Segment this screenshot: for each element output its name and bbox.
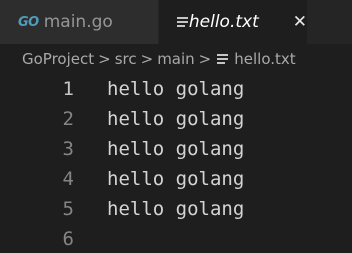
editor-line[interactable]: 1 hello golang bbox=[0, 74, 352, 104]
line-number: 6 bbox=[62, 228, 74, 250]
breadcrumb-item-goproject[interactable]: GoProject bbox=[22, 50, 94, 68]
line-number: 2 bbox=[62, 108, 74, 130]
chevron-right-icon: > bbox=[98, 50, 111, 68]
editor-line[interactable]: 4 hello golang bbox=[0, 164, 352, 194]
breadcrumb-item-src[interactable]: src bbox=[115, 50, 137, 68]
line-text[interactable]: hello golang bbox=[107, 164, 244, 194]
line-text[interactable]: hello golang bbox=[107, 134, 244, 164]
editor-line[interactable]: 2 hello golang bbox=[0, 104, 352, 134]
breadcrumb: GoProject > src > main > hello.txt bbox=[0, 44, 352, 74]
line-number: 3 bbox=[62, 138, 74, 160]
editor-window: GO main.go hello.txt ✕ GoProject > src >… bbox=[0, 0, 352, 253]
text-file-icon bbox=[177, 16, 188, 28]
code-editor[interactable]: 1 hello golang 2 hello golang 3 hello go… bbox=[0, 74, 352, 253]
editor-line[interactable]: 6 bbox=[0, 224, 352, 253]
chevron-right-icon: > bbox=[198, 50, 212, 68]
breadcrumb-item-hello-txt[interactable]: hello.txt bbox=[234, 50, 295, 68]
line-text[interactable]: hello golang bbox=[107, 74, 244, 104]
tab-bar: GO main.go hello.txt ✕ bbox=[0, 0, 352, 44]
line-text[interactable]: hello golang bbox=[107, 194, 244, 224]
tab-label: main.go bbox=[43, 12, 113, 32]
editor-line[interactable]: 5 hello golang bbox=[0, 194, 352, 224]
line-number: 5 bbox=[62, 198, 74, 220]
line-number: 1 bbox=[62, 78, 74, 100]
tab-main-go[interactable]: GO main.go bbox=[0, 0, 159, 44]
chevron-right-icon: > bbox=[140, 50, 154, 68]
tab-hello-txt[interactable]: hello.txt ✕ bbox=[159, 0, 307, 44]
breadcrumb-item-main[interactable]: main bbox=[157, 50, 194, 68]
text-file-icon bbox=[217, 53, 229, 65]
tab-label: hello.txt bbox=[188, 12, 259, 32]
close-icon[interactable]: ✕ bbox=[293, 12, 307, 32]
line-text[interactable]: hello golang bbox=[107, 104, 244, 134]
editor-line[interactable]: 3 hello golang bbox=[0, 134, 352, 164]
go-file-icon: GO bbox=[18, 14, 39, 30]
line-number: 4 bbox=[62, 168, 74, 190]
